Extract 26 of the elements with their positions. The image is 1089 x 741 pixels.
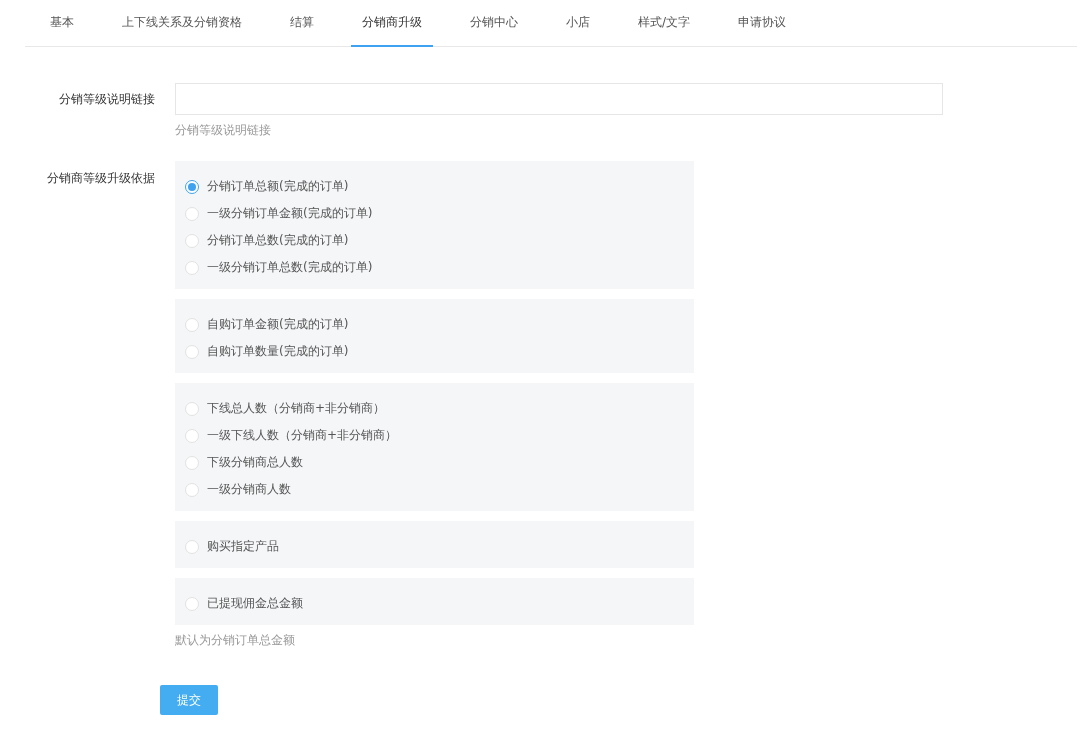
option-label[interactable]: 已提现佣金总金额 (207, 595, 303, 612)
input-field[interactable] (175, 83, 943, 115)
tab[interactable]: 小店 (555, 0, 601, 47)
option-label[interactable]: 分销订单总数(完成的订单) (207, 232, 349, 249)
tab[interactable]: 基本 (39, 0, 85, 47)
tab[interactable]: 分销商升级 (351, 0, 433, 47)
option-label[interactable]: 分销订单总额(完成的订单) (207, 178, 349, 195)
field-label: 分销商等级升级依据 (46, 170, 156, 187)
help-text: 默认为分销订单总金额 (175, 632, 296, 649)
tab[interactable]: 上下线关系及分销资格 (111, 0, 253, 47)
option-label[interactable]: 购买指定产品 (207, 538, 279, 555)
radio-button[interactable] (185, 179, 199, 194)
option-label[interactable]: 一级分销商人数 (207, 481, 291, 498)
tab[interactable]: 申请协议 (727, 0, 798, 47)
option-label[interactable]: 一级分销订单金额(完成的订单) (207, 205, 373, 222)
option-label[interactable]: 自购订单金额(完成的订单) (207, 316, 349, 333)
tab[interactable]: 样式/文字 (627, 0, 702, 47)
option-label[interactable]: 下线总人数（分销商+非分销商） (207, 400, 386, 417)
tab[interactable]: 结算 (279, 0, 325, 47)
option-label[interactable]: 下级分销商总人数 (207, 454, 303, 471)
help-text: 分销等级说明链接 (175, 122, 272, 139)
option-label[interactable]: 一级下线人数（分销商+非分销商） (207, 427, 398, 444)
option-label[interactable]: 自购订单数量(完成的订单) (207, 343, 349, 360)
tab[interactable]: 分销中心 (459, 0, 529, 47)
option-label[interactable]: 一级分销订单总数(完成的订单) (207, 259, 373, 276)
field-label: 分销等级说明链接 (58, 91, 156, 108)
